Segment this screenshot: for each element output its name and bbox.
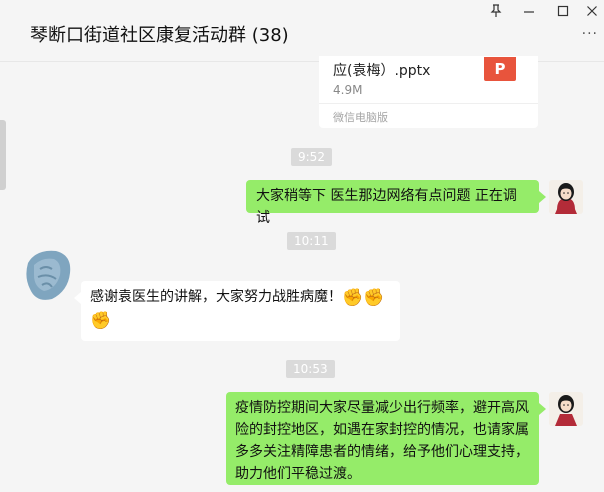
message-line: 多多关注精障患者的情绪，给予他们心理支持， [235, 444, 529, 460]
fist-emoji-icon: ✊ [342, 288, 364, 308]
received-message-bubble[interactable]: 感谢袁医生的讲解，大家努力战胜病魔！✊✊ ✊ [81, 281, 400, 341]
chat-title: 琴断口街道社区康复活动群 (38) [30, 25, 289, 46]
fist-emoji-icon: ✊ [90, 311, 112, 331]
bubble-tail [539, 403, 546, 415]
sender-avatar[interactable] [22, 245, 74, 305]
more-icon[interactable]: ··· [582, 26, 598, 42]
file-message-card[interactable]: 应(袁梅）.pptx 4.9M P 微信电脑版 [319, 56, 538, 128]
pptx-file-icon: P [484, 57, 516, 81]
timestamp: 10:11 [287, 232, 336, 250]
timestamp: 10:53 [286, 360, 335, 378]
file-divider [319, 103, 538, 104]
title-bar: 琴断口街道社区康复活动群 (38) ··· [0, 0, 604, 62]
sent-message-bubble[interactable]: 疫情防控期间大家尽量减少出行频率，避开高风 险的封控地区，如遇在家封控的情况，也… [226, 392, 539, 485]
pin-icon[interactable] [484, 4, 508, 24]
file-source: 微信电脑版 [333, 111, 388, 124]
message-line: 疫情防控期间大家尽量减少出行频率，避开高风 [235, 400, 529, 416]
self-avatar[interactable] [549, 392, 583, 426]
message-text: 感谢袁医生的讲解，大家努力战胜病魔！ [90, 289, 342, 305]
bubble-tail [539, 191, 546, 203]
message-line: 险的封控地区，如遇在家封控的情况，也请家属 [235, 422, 529, 438]
sent-message-bubble[interactable]: 大家稍等下 医生那边网络有点问题 正在调试 [246, 180, 539, 226]
bubble-tail [74, 292, 81, 304]
self-avatar[interactable] [549, 180, 583, 214]
minimize-icon[interactable] [517, 4, 541, 24]
timestamp: 9:52 [291, 148, 332, 166]
close-icon[interactable] [580, 4, 604, 24]
maximize-icon[interactable] [551, 4, 575, 24]
message-text: 大家稍等下 医生那边网络有点问题 正在调试 [256, 188, 517, 226]
fist-emoji-icon: ✊ [363, 288, 385, 308]
side-panel-edge [0, 120, 6, 190]
file-size: 4.9M [333, 83, 363, 97]
message-line: 助力他们平稳过渡。 [235, 466, 361, 482]
file-name: 应(袁梅）.pptx [333, 63, 431, 79]
